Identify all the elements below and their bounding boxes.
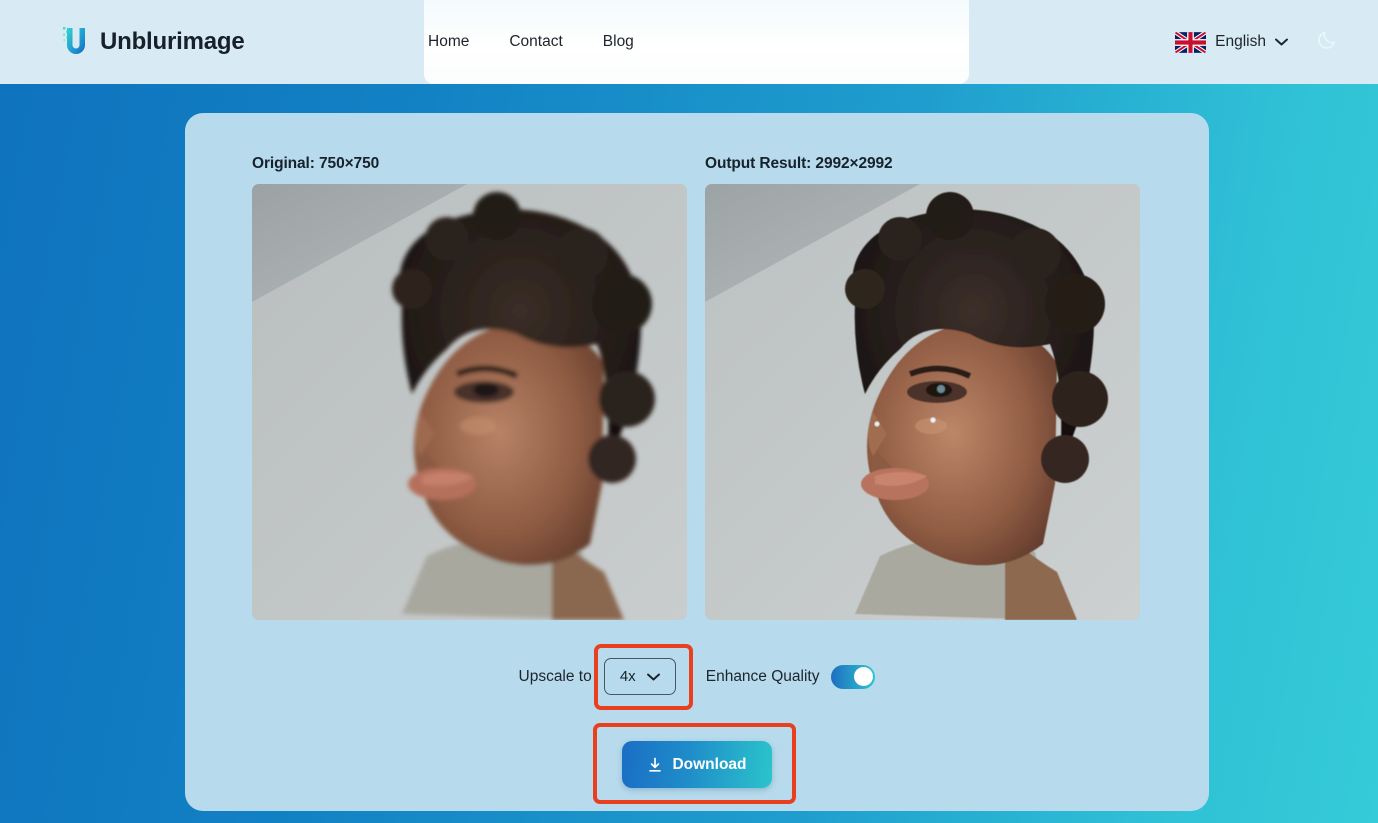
original-label: Original: 750×750 [252, 155, 380, 172]
upscale-label: Upscale to [518, 667, 592, 685]
output-label: Output Result: 2992×2992 [705, 155, 893, 172]
uk-flag-icon [1175, 31, 1207, 53]
brand-name: Unblurimage [100, 28, 245, 55]
download-arrow-icon [647, 757, 663, 773]
moon-icon [1316, 29, 1338, 56]
controls-row: Upscale to 4x Enhance Quality [185, 658, 1209, 695]
toggle-knob [853, 667, 873, 686]
brand-logo-link[interactable]: Unblurimage [61, 25, 245, 59]
original-panel: Original: 750×750 [252, 155, 687, 620]
language-label: English [1215, 33, 1266, 50]
chevron-down-icon [1275, 38, 1288, 46]
result-card: Original: 750×750 Output Result: 2992×29… [185, 113, 1209, 811]
download-row: Download [185, 741, 1209, 788]
upscale-select[interactable]: 4x [603, 658, 676, 695]
nav-item-contact[interactable]: Contact [509, 33, 562, 51]
output-image[interactable] [705, 184, 1140, 620]
nav-item-blog[interactable]: Blog [603, 33, 634, 51]
unblurimage-u-logo-icon [61, 25, 91, 59]
download-button[interactable]: Download [622, 741, 772, 788]
chevron-down-icon [646, 673, 660, 681]
download-button-label: Download [672, 755, 747, 773]
comparison-panels: Original: 750×750 Output Result: 2992×29… [252, 155, 1140, 620]
language-selector[interactable]: English [1175, 31, 1288, 53]
enhance-quality-label: Enhance Quality [705, 667, 820, 685]
main-navigation: Home Contact Blog [428, 33, 634, 51]
enhance-quality-toggle[interactable] [831, 664, 876, 689]
dark-mode-toggle-button[interactable] [1310, 25, 1344, 59]
output-panel: Output Result: 2992×2992 [705, 155, 1140, 620]
upscale-select-value: 4x [619, 668, 636, 685]
site-header: Unblurimage Home Contact Blog English [0, 0, 1378, 84]
nav-item-home[interactable]: Home [428, 33, 469, 51]
original-image[interactable] [252, 184, 687, 620]
